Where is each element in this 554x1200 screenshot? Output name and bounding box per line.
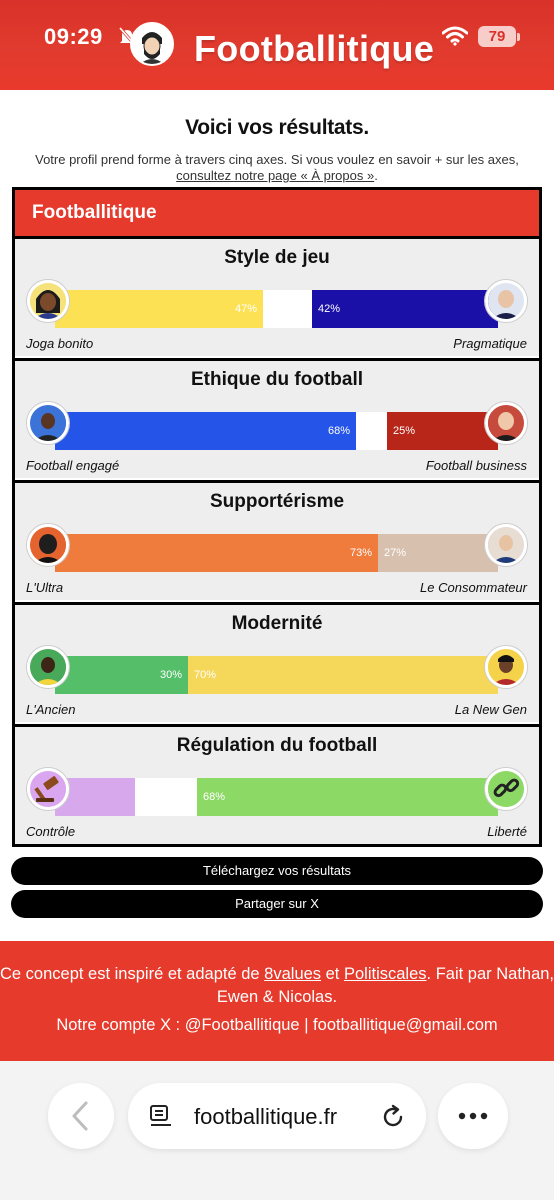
results-card: Footballitique Style de jeu 47% 42% Joga… [12, 187, 542, 847]
left-segment: 68% [55, 412, 356, 450]
football-engage-avatar [27, 402, 69, 444]
site-footer: Ce concept est inspiré et adapté de 8val… [0, 941, 554, 1061]
intro-text: Votre profil prend forme à travers cinq … [10, 152, 544, 184]
footer-credits: Ce concept est inspiré et adapté de 8val… [0, 963, 554, 1009]
app-header: 09:29 Footballitique 79 [0, 0, 554, 90]
battery-tip [517, 33, 520, 41]
results-title: Voici vos résultats. [185, 116, 369, 139]
intro-link-suffix: . [374, 168, 378, 183]
right-segment: 70% [188, 656, 498, 694]
url-text[interactable]: footballitique.fr [194, 1104, 337, 1130]
politiscales-link[interactable]: Politiscales [344, 965, 427, 983]
right-segment: 25% [387, 412, 498, 450]
card-header: Footballitique [15, 190, 539, 236]
axis-bar: 47% 42% [55, 290, 498, 328]
reload-icon[interactable] [379, 1102, 407, 1130]
axis-title: Supportérisme [209, 491, 345, 512]
status-time: 09:29 [44, 24, 103, 49]
axis-title: Régulation du football [176, 735, 378, 756]
8values-link[interactable]: 8values [264, 965, 321, 983]
broken-chain-icon [485, 768, 527, 810]
footer-text: et [321, 965, 344, 983]
brand-title[interactable]: Footballitique [194, 28, 434, 70]
left-segment: 73% [55, 534, 378, 572]
joga-bonito-avatar [27, 280, 69, 322]
axis-supporterisme: Supportérisme 73% 27% L'Ultra Le Consomm… [15, 480, 539, 600]
footer-contact: Notre compte X : @Footballitique | footb… [56, 1016, 498, 1034]
right-pole-label: La New Gen [454, 702, 527, 717]
left-pole-label: Joga bonito [26, 336, 94, 351]
football-business-avatar [485, 402, 527, 444]
about-page-link[interactable]: consultez notre page « À propos » [176, 168, 374, 183]
download-results-button[interactable]: Téléchargez vos résultats [11, 857, 543, 885]
left-segment: 47% [55, 290, 263, 328]
more-button[interactable] [438, 1083, 508, 1149]
battery-indicator: 79 [478, 26, 516, 47]
left-pole-label: L'Ultra [26, 580, 64, 595]
bearded-man-icon [132, 24, 172, 64]
ultra-avatar [27, 524, 69, 566]
axis-title: Ethique du football [190, 369, 364, 390]
axis-title: Modernité [231, 613, 323, 634]
axis-modernite: Modernité 30% 70% L'Ancien La New Gen [15, 602, 539, 722]
back-button[interactable] [48, 1083, 114, 1149]
right-pole-label: Liberté [487, 824, 527, 839]
ancien-avatar [27, 646, 69, 688]
new-gen-avatar [485, 646, 527, 688]
browser-toolbar: footballitique.fr [0, 1061, 554, 1200]
intro-sentence: Votre profil prend forme à travers cinq … [35, 152, 519, 167]
footer-text: Ce concept est inspiré et adapté de [0, 965, 265, 983]
right-segment: 42% [312, 290, 498, 328]
right-pole-label: Le Consommateur [420, 580, 527, 595]
logo-avatar[interactable] [130, 22, 174, 66]
axis-title: Style de jeu [224, 247, 330, 268]
gavel-icon [27, 768, 69, 810]
right-segment: 27% [378, 534, 498, 572]
axis-bar: 73% 27% [55, 534, 498, 572]
consommateur-avatar [485, 524, 527, 566]
left-pole-label: Contrôle [26, 824, 76, 839]
axis-bar: 68% [55, 778, 498, 816]
axis-bar: 30% 70% [55, 656, 498, 694]
chevron-left-icon [72, 1101, 88, 1131]
reader-icon[interactable] [148, 1104, 174, 1128]
more-icon [458, 1112, 488, 1120]
axis-ethique-du-football: Ethique du football 68% 25% Football eng… [15, 358, 539, 478]
pragmatique-avatar [485, 280, 527, 322]
right-segment: 68% [197, 778, 498, 816]
axis-bar: 68% 25% [55, 412, 498, 450]
right-pole-label: Football business [425, 458, 527, 473]
share-on-x-button[interactable]: Partager sur X [11, 890, 543, 918]
right-pole-label: Pragmatique [453, 336, 527, 351]
axis-style-de-jeu: Style de jeu 47% 42% Joga bonito Pragmat… [15, 236, 539, 356]
left-pole-label: L'Ancien [26, 702, 76, 717]
wifi-icon [442, 26, 468, 46]
left-pole-label: Football engagé [26, 458, 120, 473]
axis-regulation-du-football: Régulation du football 68% Contrôle Libe… [15, 724, 539, 844]
address-bar[interactable]: footballitique.fr [128, 1083, 426, 1149]
left-segment: 30% [55, 656, 188, 694]
